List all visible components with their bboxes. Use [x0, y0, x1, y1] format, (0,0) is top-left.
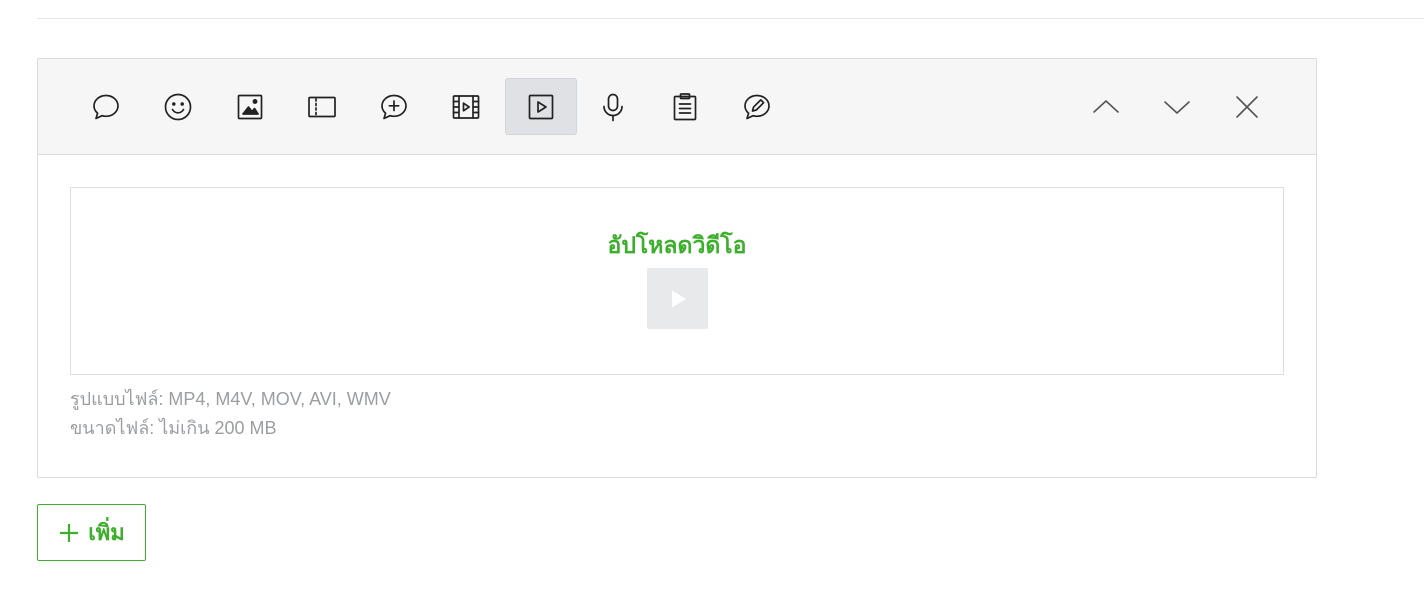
message-editor-card: อัปโหลดวิดีโอ รูปแบบไฟล์: MP4, M4V, MOV,…	[37, 58, 1317, 478]
plus-icon	[60, 523, 79, 542]
play-icon	[671, 290, 686, 307]
edit-circle-icon	[744, 94, 770, 119]
tool-image-button[interactable]	[214, 78, 286, 135]
chevron-down-icon	[1164, 100, 1190, 114]
ticket-icon	[308, 96, 336, 117]
add-button-label: เพิ่ม	[88, 521, 125, 546]
delete-message-button[interactable]	[1217, 78, 1277, 135]
add-message-button[interactable]: เพิ่ม	[37, 504, 146, 561]
microphone-icon	[603, 93, 623, 121]
tool-text-message-button[interactable]	[70, 78, 142, 135]
close-icon	[1236, 95, 1258, 118]
message-type-toolbar	[38, 59, 1316, 155]
image-icon	[237, 94, 263, 119]
clipboard-icon	[673, 92, 697, 120]
top-divider	[37, 18, 1424, 19]
file-size-hint: ขนาดไฟล์: ไม่เกิน 200 MB	[70, 418, 277, 438]
tool-audio-button[interactable]	[577, 78, 649, 135]
move-down-button[interactable]	[1147, 78, 1207, 135]
chat-plus-icon	[381, 94, 407, 119]
tool-survey-button[interactable]	[649, 78, 721, 135]
tool-sticker-button[interactable]	[142, 78, 214, 135]
tool-coupon-button[interactable]	[721, 78, 793, 135]
speech-bubble-icon	[93, 94, 119, 119]
tool-rich-message-button[interactable]	[358, 78, 430, 135]
smiley-icon	[164, 93, 192, 120]
video-upload-zone[interactable]: อัปโหลดวิดีโอ	[70, 187, 1284, 375]
tool-rich-video-button[interactable]	[430, 78, 502, 135]
file-format-hint: รูปแบบไฟล์: MP4, M4V, MOV, AVI, WMV	[70, 389, 391, 409]
upload-video-title: อัปโหลดวิดีโอ	[607, 233, 747, 259]
move-up-button[interactable]	[1076, 78, 1136, 135]
tool-video-button[interactable]	[505, 78, 577, 135]
play-box-icon	[528, 94, 554, 119]
tool-card-button[interactable]	[286, 78, 358, 135]
film-icon	[452, 94, 480, 119]
video-placeholder	[647, 268, 708, 329]
chevron-up-icon	[1093, 99, 1119, 113]
